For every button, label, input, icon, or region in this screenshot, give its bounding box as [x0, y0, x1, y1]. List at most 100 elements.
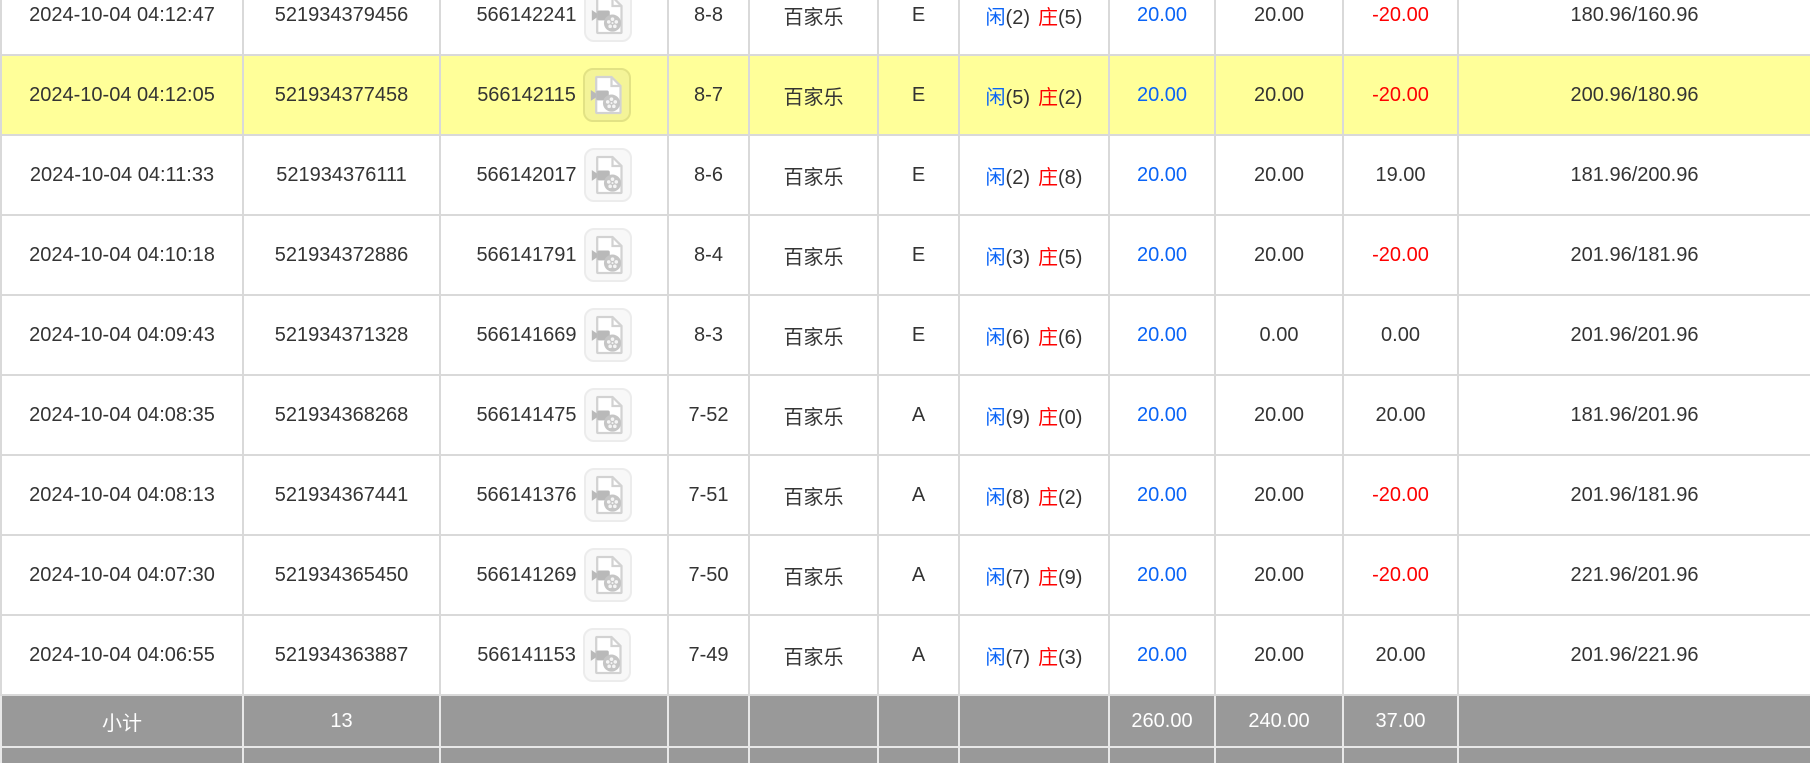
result-player-label: 闲: [986, 407, 1006, 429]
cell-win-loss: 19.00: [1343, 135, 1458, 215]
result-player-label: 闲: [986, 167, 1006, 189]
round-id-text: 566142017: [476, 164, 576, 187]
cell-balance: 201.96/201.96: [1458, 295, 1810, 375]
cell-bet-time: 2024-10-04 04:11:33: [1, 135, 243, 215]
cell-result: 闲(2)庄(8): [959, 135, 1109, 215]
cell-order-id: 521934365450: [243, 535, 440, 615]
result-player-points: (7): [1006, 647, 1030, 669]
cell-balance: 181.96/201.96: [1458, 375, 1810, 455]
cell-empty: [668, 695, 749, 747]
cell-win-loss: -20.00: [1343, 0, 1458, 55]
result-banker-points: (8): [1058, 167, 1082, 189]
result-player-label: 闲: [986, 327, 1006, 349]
bet-history-table: 2024-10-04 04:12:47 521934379456 5661422…: [0, 0, 1810, 763]
round-id-text: 566142115: [477, 84, 576, 107]
video-file-icon: [590, 235, 626, 275]
video-file-icon: [590, 475, 626, 515]
cell-valid-amount: 20.00: [1215, 615, 1343, 695]
cell-empty: [878, 747, 959, 763]
cell-bet-amount: 20.00: [1109, 455, 1215, 535]
cell-bet-time: 2024-10-04 04:08:35: [1, 375, 243, 455]
cell-game-type: 百家乐: [749, 295, 878, 375]
result-banker-label: 庄: [1038, 487, 1058, 509]
cell-bet-amount: 20.00: [1109, 135, 1215, 215]
cell-empty: [959, 747, 1109, 763]
cell-empty: [959, 695, 1109, 747]
table-row[interactable]: 2024-10-04 04:06:55 521934363887 5661411…: [1, 615, 1810, 695]
total-row-partial: [1, 747, 1810, 763]
cell-balance: 221.96/201.96: [1458, 535, 1810, 615]
cell-round-id: 566141269: [440, 535, 668, 615]
round-id-text: 566141791: [476, 244, 576, 267]
video-file-icon: [589, 75, 625, 115]
cell-win-loss: 20.00: [1343, 615, 1458, 695]
result-banker-points: (2): [1058, 87, 1082, 109]
cell-valid-amount: 0.00: [1215, 295, 1343, 375]
video-replay-button[interactable]: [584, 0, 632, 42]
table-row[interactable]: 2024-10-04 04:11:33 521934376111 5661420…: [1, 135, 1810, 215]
result-player-label: 闲: [986, 647, 1006, 669]
cell-empty: [1458, 695, 1810, 747]
cell-order-id: 521934372886: [243, 215, 440, 295]
table-row-highlighted[interactable]: 2024-10-04 04:12:05 521934377458 5661421…: [1, 55, 1810, 135]
cell-bet-time: 2024-10-04 04:10:18: [1, 215, 243, 295]
table-row[interactable]: 2024-10-04 04:09:43 521934371328 5661416…: [1, 295, 1810, 375]
cell-round-id: 566142241: [440, 0, 668, 55]
video-replay-button[interactable]: [584, 388, 632, 442]
cell-round-id: 566141669: [440, 295, 668, 375]
cell-game-type: 百家乐: [749, 135, 878, 215]
table-row[interactable]: 2024-10-04 04:07:30 521934365450 5661412…: [1, 535, 1810, 615]
cell-order-id: 521934363887: [243, 615, 440, 695]
result-player-label: 闲: [986, 247, 1006, 269]
result-banker-points: (3): [1058, 647, 1082, 669]
cell-empty: [749, 747, 878, 763]
result-banker-label: 庄: [1038, 647, 1058, 669]
result-banker-points: (9): [1058, 567, 1082, 589]
result-banker-points: (5): [1058, 247, 1082, 269]
cell-empty: [1109, 747, 1215, 763]
result-player-points: (8): [1006, 487, 1030, 509]
cell-balance: 201.96/181.96: [1458, 215, 1810, 295]
round-id-text: 566141669: [476, 324, 576, 347]
cell-round-id: 566141791: [440, 215, 668, 295]
cell-table-code: A: [878, 535, 959, 615]
subtotal-label: 小计: [1, 695, 243, 747]
video-file-icon: [590, 155, 626, 195]
cell-empty: [668, 747, 749, 763]
video-replay-button[interactable]: [583, 68, 631, 122]
cell-balance: 201.96/181.96: [1458, 455, 1810, 535]
video-replay-button[interactable]: [584, 228, 632, 282]
cell-game-type: 百家乐: [749, 55, 878, 135]
cell-bet-time: 2024-10-04 04:08:13: [1, 455, 243, 535]
cell-result: 闲(3)庄(5): [959, 215, 1109, 295]
cell-win-loss: -20.00: [1343, 455, 1458, 535]
result-player-points: (2): [1006, 167, 1030, 189]
round-id-text: 566141153: [477, 644, 576, 667]
subtotal-valid-amount: 240.00: [1215, 695, 1343, 747]
table-row[interactable]: 2024-10-04 04:12:47 521934379456 5661422…: [1, 0, 1810, 55]
subtotal-win-loss: 37.00: [1343, 695, 1458, 747]
table-row[interactable]: 2024-10-04 04:08:13 521934367441 5661413…: [1, 455, 1810, 535]
cell-bet-amount: 20.00: [1109, 295, 1215, 375]
result-player-points: (5): [1006, 87, 1030, 109]
cell-bet-time: 2024-10-04 04:12:05: [1, 55, 243, 135]
result-banker-points: (0): [1058, 407, 1082, 429]
result-banker-points: (6): [1058, 327, 1082, 349]
cell-round-no: 8-8: [668, 0, 749, 55]
cell-bet-time: 2024-10-04 04:09:43: [1, 295, 243, 375]
cell-empty: [878, 695, 959, 747]
cell-bet-amount: 20.00: [1109, 535, 1215, 615]
cell-game-type: 百家乐: [749, 455, 878, 535]
video-replay-button[interactable]: [584, 468, 632, 522]
video-replay-button[interactable]: [584, 548, 632, 602]
video-replay-button[interactable]: [584, 148, 632, 202]
cell-table-code: E: [878, 0, 959, 55]
cell-table-code: A: [878, 375, 959, 455]
bet-history-table-viewport: 2024-10-04 04:12:47 521934379456 5661422…: [0, 0, 1810, 763]
result-banker-label: 庄: [1038, 327, 1058, 349]
table-row[interactable]: 2024-10-04 04:08:35 521934368268 5661414…: [1, 375, 1810, 455]
cell-bet-amount: 20.00: [1109, 215, 1215, 295]
table-row[interactable]: 2024-10-04 04:10:18 521934372886 5661417…: [1, 215, 1810, 295]
video-replay-button[interactable]: [584, 308, 632, 362]
video-replay-button[interactable]: [583, 628, 631, 682]
